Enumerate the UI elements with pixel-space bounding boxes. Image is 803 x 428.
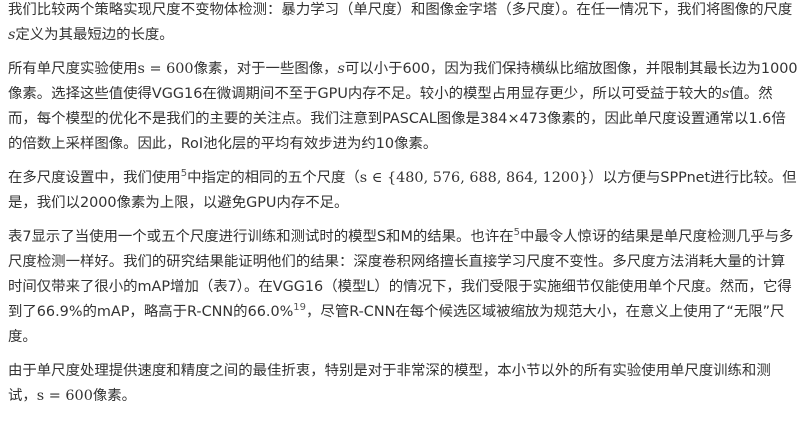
- paragraph-text: 中指定的相同的五个尺度（: [187, 170, 360, 186]
- paragraph-results: 表7显示了当使用一个或五个尺度进行训练和测试时的模型S和M的结果。也许在5中最令…: [8, 225, 799, 350]
- math-scale-set: s ∈ {480, 576, 688, 864, 1200}: [359, 170, 589, 186]
- paragraph-single-scale: 所有单尺度实验使用s = 600像素，对于一些图像，s可以小于600，因为我们保…: [8, 57, 799, 157]
- article-body: 我们比较两个策略实现尺度不变物体检测：暴力学习（单尺度）和图像金字塔（多尺度）。…: [0, 0, 803, 409]
- math-s-equals-600: s = 600: [137, 61, 194, 77]
- paragraph-text: 我们比较两个策略实现尺度不变物体检测：暴力学习（单尺度）和图像金字塔（多尺度）。…: [8, 2, 793, 18]
- paragraph-text: 像素。: [92, 388, 137, 404]
- math-variable-s: s: [337, 61, 345, 77]
- paragraph-conclusion: 由于单尺度处理提供速度和精度之间的最佳折衷，特别是对于非常深的模型，本小节以外的…: [8, 359, 799, 409]
- paragraph-text: 像素，对于一些图像，: [193, 61, 338, 77]
- paragraph-text: 在多尺度设置中，我们使用: [8, 170, 181, 186]
- paragraph-text: 定义为其最短边的长度。: [15, 27, 174, 43]
- citation-19[interactable]: 19: [293, 302, 306, 313]
- paragraph-text: 所有单尺度实验使用: [8, 61, 138, 77]
- paragraph-text: 表7显示了当使用一个或五个尺度进行训练和测试时的模型S和M的结果。也许在: [8, 229, 514, 245]
- paragraph-multi-scale: 在多尺度设置中，我们使用5中指定的相同的五个尺度（s ∈ {480, 576, …: [8, 166, 799, 216]
- math-s-equals-600: s = 600: [36, 388, 93, 404]
- paragraph-intro: 我们比较两个策略实现尺度不变物体检测：暴力学习（单尺度）和图像金字塔（多尺度）。…: [8, 0, 799, 48]
